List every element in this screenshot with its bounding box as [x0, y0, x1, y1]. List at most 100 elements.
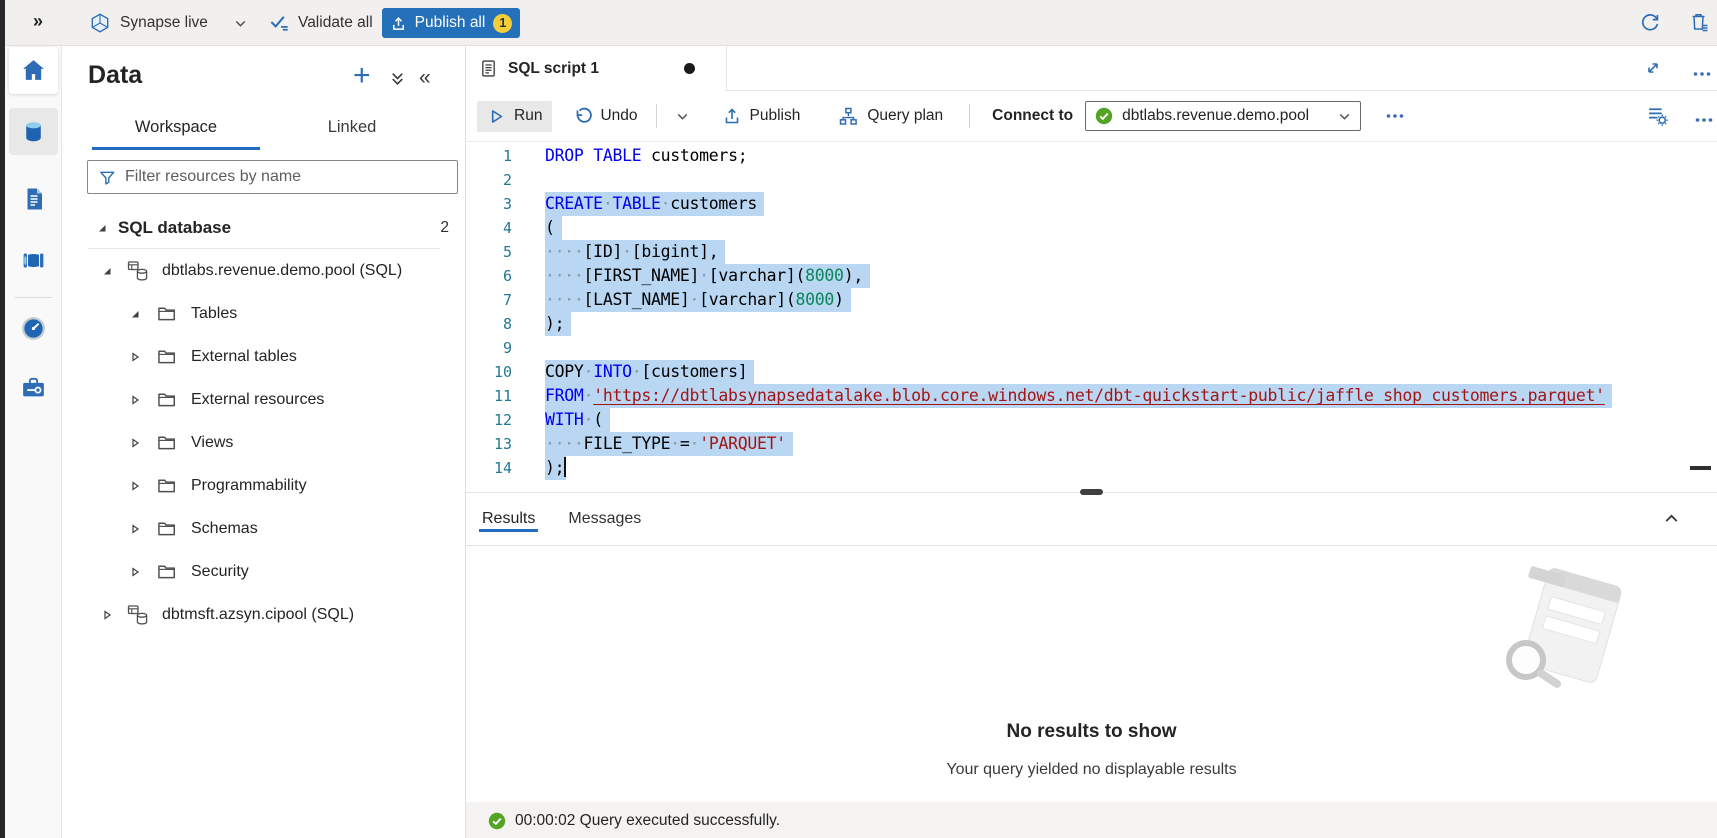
tree-item-sql-database[interactable]: SQL database 2	[62, 206, 465, 249]
rail-item-integrate[interactable]	[9, 237, 58, 284]
publish-all-button[interactable]: Publish all 1	[382, 8, 520, 38]
publish-icon	[722, 106, 742, 126]
develop-icon	[21, 186, 47, 212]
rail-item-manage[interactable]	[9, 364, 58, 411]
discard-all-button[interactable]	[1688, 10, 1712, 34]
publish-label: Publish	[750, 107, 801, 125]
collapsed-triangle-icon[interactable]	[128, 565, 142, 579]
chevron-down-icon	[1337, 109, 1352, 124]
code-line-10[interactable]: 10COPY·INTO·[customers]	[466, 360, 1717, 384]
code-line-3[interactable]: 3CREATE·TABLE·customers	[466, 192, 1717, 216]
code-line-14[interactable]: 14);	[466, 456, 1717, 480]
collapsed-triangle-icon[interactable]	[128, 350, 142, 364]
selection-highlight: ····[LAST_NAME]·[varchar](8000)	[545, 288, 851, 312]
query-plan-button[interactable]: Query plan	[828, 100, 953, 133]
code-line-6[interactable]: 6····[FIRST_NAME]·[varchar](8000),	[466, 264, 1717, 288]
line-number: 5	[466, 240, 512, 264]
tree-item-security[interactable]: Security	[62, 550, 465, 593]
line-number: 7	[466, 288, 512, 312]
collapsed-triangle-icon[interactable]	[128, 393, 142, 407]
code-line-5[interactable]: 5····[ID]·[bigint],	[466, 240, 1717, 264]
run-button[interactable]: Run	[477, 101, 552, 132]
tree-item-dbtlabs-revenue-demo-pool-sql[interactable]: dbtlabs.revenue.demo.pool (SQL)	[62, 249, 465, 292]
collapse-results-button[interactable]	[1662, 509, 1681, 528]
expanded-triangle-icon[interactable]	[100, 264, 114, 278]
tree-item-schemas[interactable]: Schemas	[62, 507, 465, 550]
editor-settings-button[interactable]	[1646, 104, 1669, 127]
folder-icon	[156, 518, 177, 539]
code-line-9[interactable]: 9	[466, 336, 1717, 360]
connection-ok-icon	[1095, 107, 1113, 125]
no-results-subtitle: Your query yielded no displayable result…	[466, 761, 1717, 779]
code-line-8[interactable]: 8);	[466, 312, 1717, 336]
sql-script-icon	[478, 58, 499, 79]
line-content: COPY·INTO·[customers]	[545, 360, 754, 384]
toolbar-more-button[interactable]	[1375, 100, 1415, 132]
rail-item-home[interactable]	[9, 47, 58, 94]
code-line-2[interactable]: 2	[466, 168, 1717, 192]
top-bar: » Synapse live Validate all Publish all …	[5, 0, 1717, 46]
tree-item-dbtmsft-azsyn-cipool-sql[interactable]: dbtmsft.azsyn.cipool (SQL)	[62, 593, 465, 636]
chevron-down-icon	[233, 16, 248, 31]
tab-linked[interactable]: Linked	[264, 108, 440, 150]
tab-results[interactable]: Results	[482, 493, 535, 546]
tab-sql-script-1[interactable]: SQL script 1	[466, 46, 727, 91]
manage-icon	[20, 374, 47, 401]
collapse-all-button[interactable]	[389, 70, 406, 87]
expand-editor-button[interactable]	[1643, 58, 1663, 78]
code-line-13[interactable]: 13····FILE_TYPE·=·'PARQUET'	[466, 432, 1717, 456]
rail-item-develop[interactable]	[9, 175, 58, 222]
undo-button[interactable]: Undo	[562, 100, 647, 132]
collapse-panel-button[interactable]: «	[419, 66, 431, 90]
code-line-1[interactable]: 1DROP TABLE customers;	[466, 144, 1717, 168]
folder-icon	[156, 303, 177, 324]
selection-highlight: COPY·INTO·[customers]	[545, 360, 754, 384]
selection-highlight: FROM·'https://dbtlabsynapsedatalake.blob…	[545, 384, 1612, 408]
code-line-7[interactable]: 7 ····[LAST_NAME]·[varchar](8000)	[466, 288, 1717, 312]
run-icon	[487, 107, 506, 126]
no-results-title: No results to show	[466, 721, 1717, 743]
connect-to-label: Connect to	[992, 107, 1073, 125]
collapsed-triangle-icon[interactable]	[128, 436, 142, 450]
mode-selector[interactable]: Synapse live	[89, 8, 248, 38]
integrate-icon	[20, 247, 47, 274]
code-line-11[interactable]: 11FROM·'https://dbtlabsynapsedatalake.bl…	[466, 384, 1717, 408]
query-plan-icon	[838, 106, 859, 127]
tree-item-programmability[interactable]: Programmability	[62, 464, 465, 507]
validate-all-button[interactable]: Validate all	[268, 8, 373, 38]
refresh-button[interactable]	[1638, 10, 1662, 34]
sql-code-editor[interactable]: 1DROP TABLE customers;23CREATE·TABLE·cus…	[466, 142, 1717, 492]
collapsed-triangle-icon[interactable]	[128, 522, 142, 536]
results-panel: Results Messages No results to show Your…	[466, 492, 1717, 802]
tree-item-views[interactable]: Views	[62, 421, 465, 464]
tree-item-external-resources[interactable]: External resources	[62, 378, 465, 421]
tab-more-actions-button[interactable]	[1692, 64, 1712, 84]
rail-item-data[interactable]	[9, 108, 58, 155]
tree-item-tables[interactable]: Tables	[62, 292, 465, 335]
filter-resources-input[interactable]	[125, 168, 457, 186]
connection-dropdown[interactable]: dbtlabs.revenue.demo.pool	[1085, 101, 1361, 131]
toolbar-right-more-button[interactable]	[1694, 110, 1714, 130]
tree-item-external-tables[interactable]: External tables	[62, 335, 465, 378]
tab-messages[interactable]: Messages	[568, 493, 641, 546]
code-line-4[interactable]: 4(	[466, 216, 1717, 240]
undo-redo-dropdown-button[interactable]	[665, 103, 700, 130]
filter-icon	[98, 168, 117, 187]
collapsed-triangle-icon[interactable]	[100, 608, 114, 622]
selection-highlight: ····FILE_TYPE·=·'PARQUET'	[545, 432, 793, 456]
collapsed-triangle-icon[interactable]	[128, 479, 142, 493]
publish-button[interactable]: Publish	[712, 100, 811, 132]
line-content: ····[FIRST_NAME]·[varchar](8000),	[545, 264, 870, 288]
line-content: );	[545, 456, 566, 480]
undo-label: Undo	[600, 107, 637, 125]
expand-nav-button[interactable]: »	[33, 11, 42, 32]
tab-workspace[interactable]: Workspace	[88, 108, 264, 150]
monitor-icon	[20, 315, 47, 342]
query-plan-label: Query plan	[867, 107, 943, 125]
rail-item-monitor[interactable]	[9, 305, 58, 352]
line-number: 14	[466, 456, 512, 480]
explorer-tabs: Workspace Linked	[88, 108, 440, 150]
code-line-12[interactable]: 12WITH·(	[466, 408, 1717, 432]
expanded-triangle-icon[interactable]	[128, 307, 142, 321]
add-resource-button[interactable]: +	[353, 62, 371, 90]
